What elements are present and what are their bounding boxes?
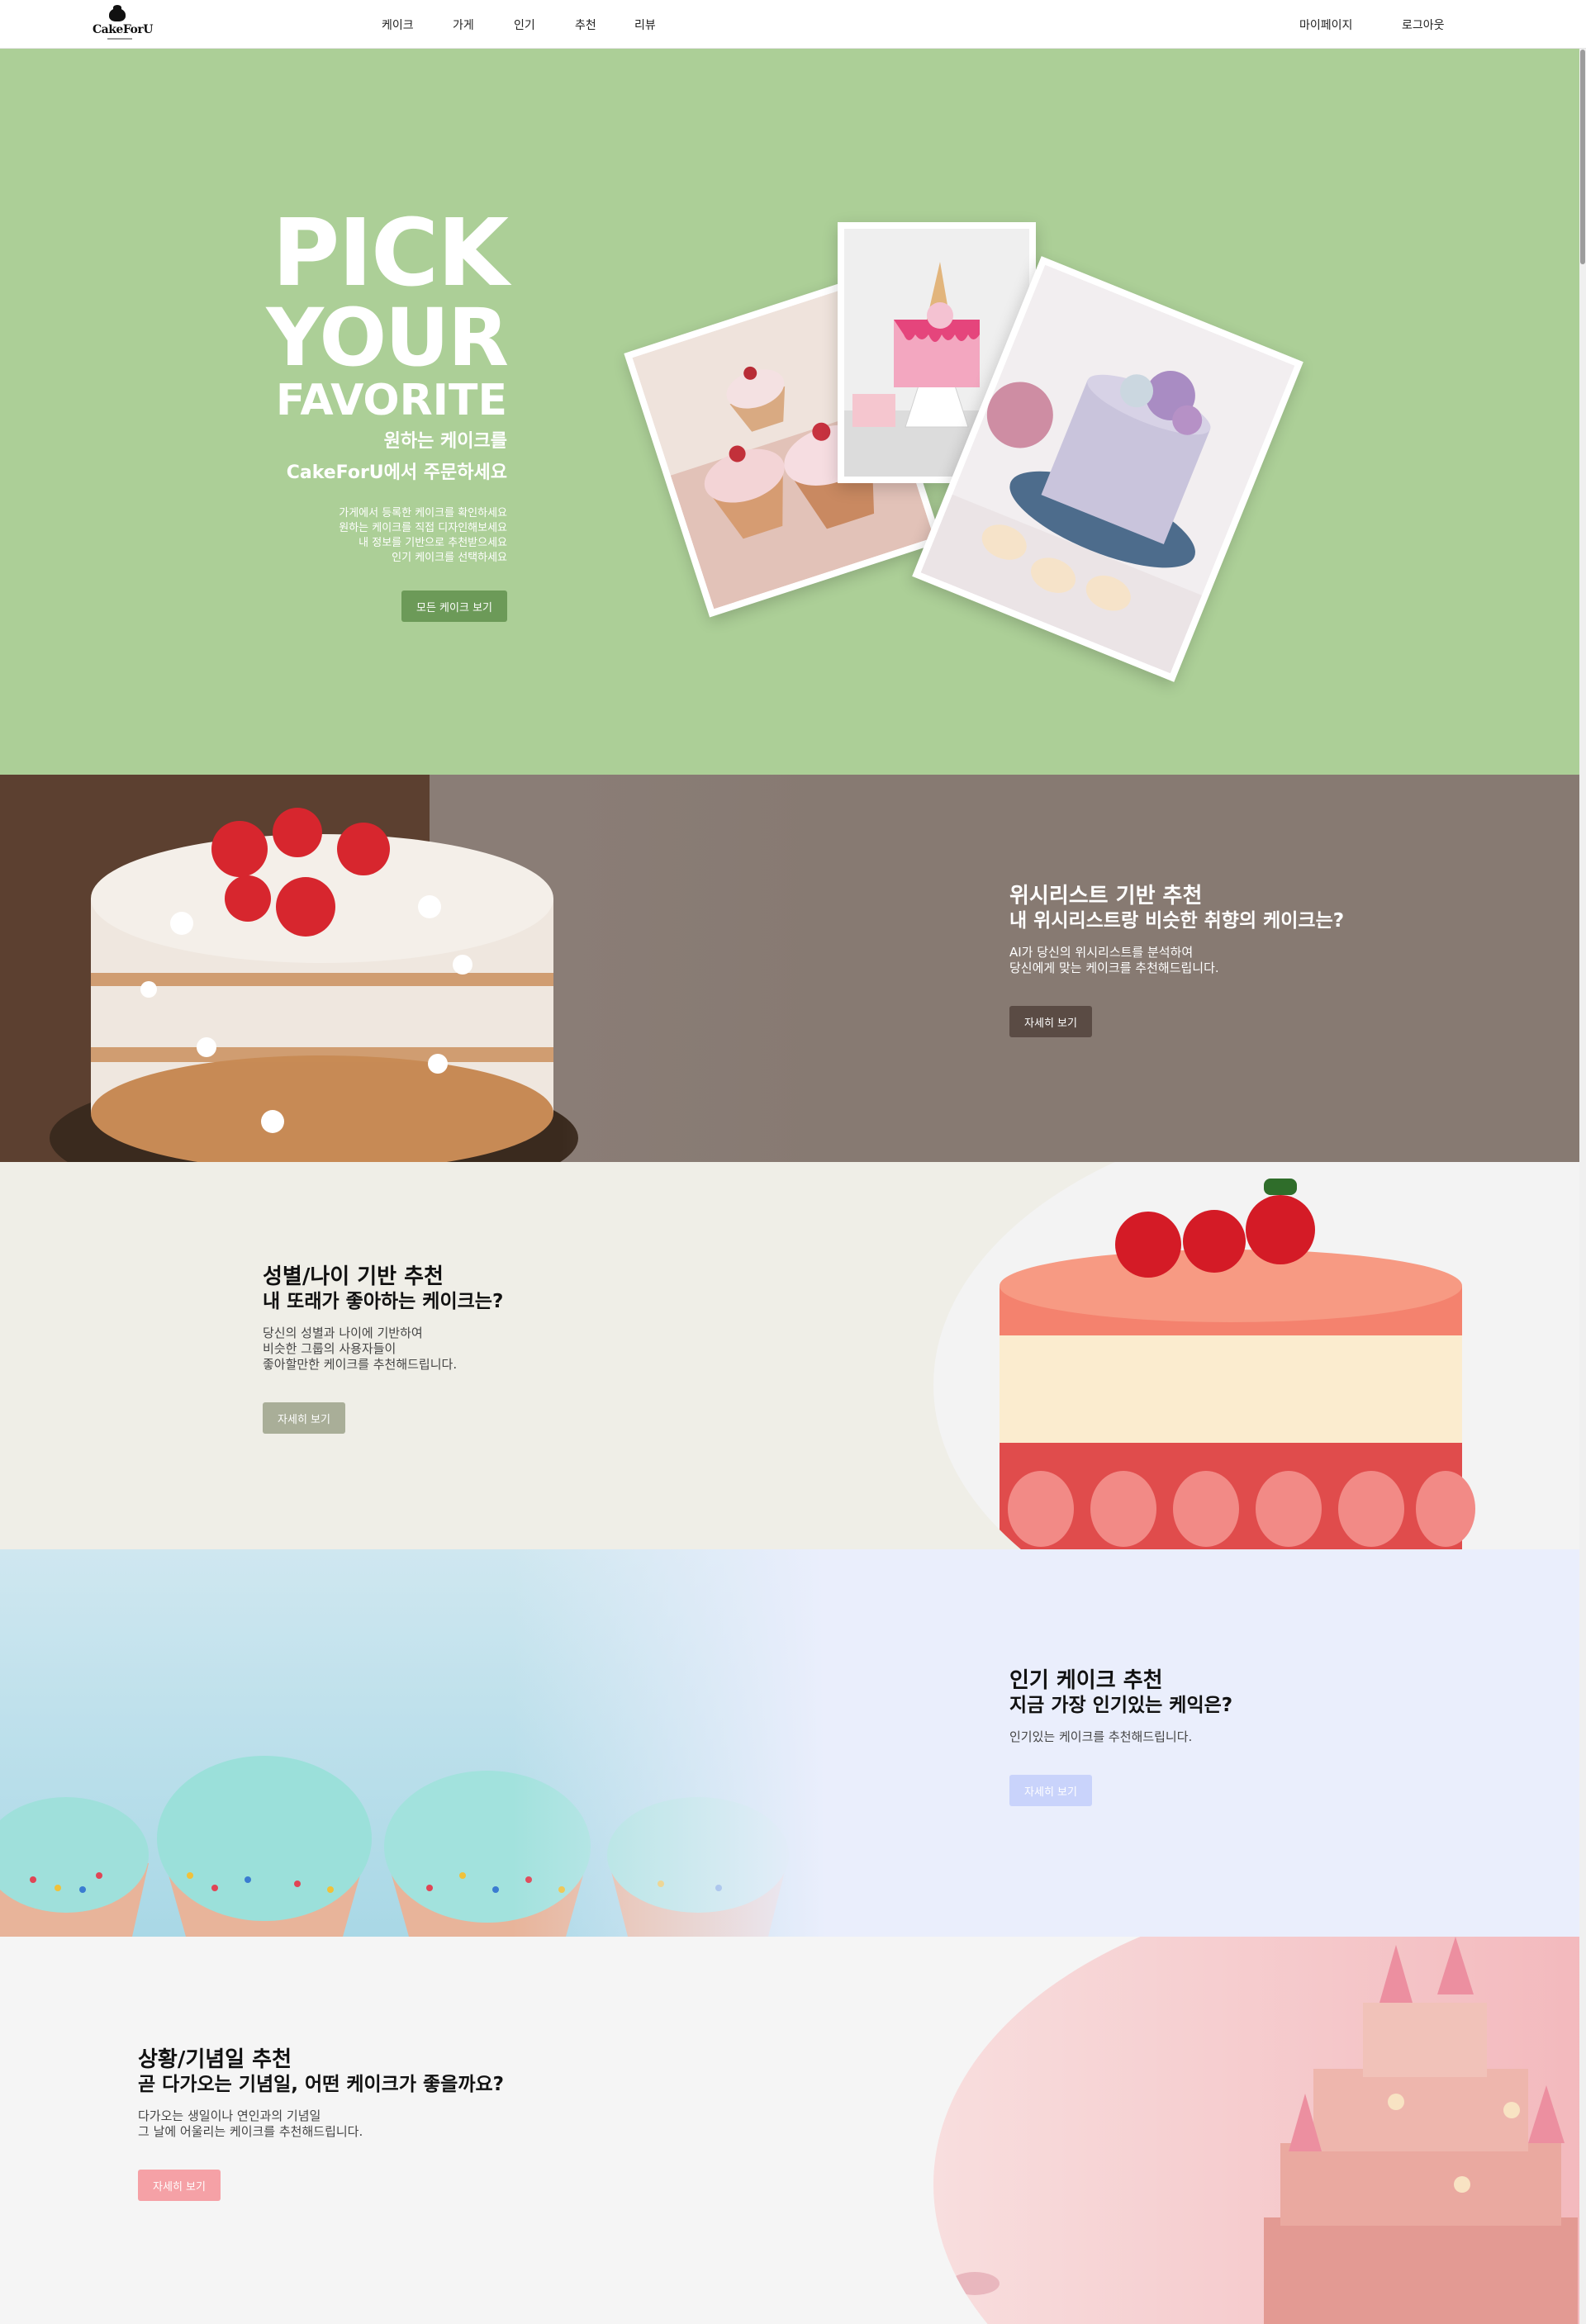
page-scrollbar-track[interactable] — [1579, 49, 1586, 2324]
section-title: 성별/나이 기반 추천 — [263, 1264, 444, 1289]
section-subtitle: 곧 다가오는 기념일, 어떤 케이크가 좋을까요? — [138, 2074, 504, 2095]
popular-recommend-section: 인기 케이크 추천 지금 가장 인기있는 케익은? 인기있는 케이크를 추천해드… — [0, 1549, 1586, 1937]
page-scrollbar-thumb[interactable] — [1580, 50, 1585, 264]
section-desc-line: AI가 당신의 위시리스트를 분석하여 — [1009, 945, 1194, 960]
nav-store[interactable]: 가게 — [453, 17, 474, 33]
popular-details-button[interactable]: 자세히 보기 — [1009, 1775, 1092, 1806]
castle-cake-image — [933, 1937, 1586, 2324]
section-description: 인기있는 케이크를 추천해드립니다. — [1009, 1729, 1232, 1745]
nav-recommend[interactable]: 추천 — [575, 17, 596, 33]
hero-desc-line: 내 정보를 기반으로 추천받으세요 — [359, 537, 507, 549]
section-description: AI가 당신의 위시리스트를 분석하여 당신에게 맞는 케이크를 추천해드립니다… — [1009, 945, 1344, 976]
hero-desc-line: 원하는 케이크를 직접 디자인해보세요 — [339, 522, 507, 534]
hero-subtitle-line2: CakeForU에서 주문하세요 — [286, 462, 507, 483]
section-desc-line: 인기있는 케이크를 추천해드립니다. — [1009, 1729, 1193, 1744]
hero-title: PICK YOUR FAVORITE — [266, 200, 509, 425]
hero-title-your: YOUR — [266, 292, 509, 384]
section-desc-line: 좋아할만한 케이크를 추천해드립니다. — [263, 1357, 458, 1372]
nav-logout[interactable]: 로그아웃 — [1402, 17, 1445, 33]
nav-review[interactable]: 리뷰 — [634, 17, 656, 33]
occasion-details-button[interactable]: 자세히 보기 — [138, 2170, 221, 2201]
view-all-cakes-button[interactable]: 모든 케이크 보기 — [401, 590, 507, 622]
section-description: 다가오는 생일이나 연인과의 기념일 그 날에 어울리는 케이크를 추천해드립니… — [138, 2108, 504, 2140]
section-description: 당신의 성별과 나이에 기반하여 비슷한 그룹의 사용자들이 좋아할만한 케이크… — [263, 1326, 503, 1373]
logo-text: CakeForU — [93, 23, 153, 36]
hero-description: 가게에서 등록한 케이크를 확인하세요 원하는 케이크를 직접 디자인해보세요 … — [339, 506, 507, 566]
section-desc-line: 당신의 성별과 나이에 기반하여 — [263, 1326, 423, 1340]
hero-subtitle-line1: 원하는 케이크를 — [383, 431, 507, 452]
section-desc-line: 비슷한 그룹의 사용자들이 — [263, 1341, 396, 1356]
strawberry-cake-image — [0, 775, 826, 1162]
occasion-recommend-section: 상황/기념일 추천 곧 다가오는 기념일, 어떤 케이크가 좋을까요? 다가오는… — [0, 1937, 1586, 2324]
sprinkle-cupcakes-image — [0, 1549, 826, 1937]
cakeforu-logo[interactable]: CakeForU — [89, 5, 153, 43]
section-title: 인기 케이크 추천 — [1009, 1668, 1163, 1693]
wishlist-details-button[interactable]: 자세히 보기 — [1009, 1006, 1092, 1037]
section-title: 상황/기념일 추천 — [138, 2047, 292, 2072]
nav-popular[interactable]: 인기 — [514, 17, 535, 33]
hero-title-favorite: FAVORITE — [275, 376, 507, 425]
section-subtitle: 내 또래가 좋아하는 케이크는? — [263, 1291, 504, 1312]
section-title: 위시리스트 기반 추천 — [1009, 884, 1203, 908]
gender-age-recommend-section: 성별/나이 기반 추천 내 또래가 좋아하는 케이크는? 당신의 성별과 나이에… — [0, 1162, 1586, 1549]
logo-underline — [107, 38, 132, 40]
section-desc-line: 그 날에 어울리는 케이크를 추천해드립니다. — [138, 2124, 363, 2139]
hero-section: PICK YOUR FAVORITE 원하는 케이크를 CakeForU에서 주… — [0, 49, 1586, 775]
top-navigation: CakeForU 케이크 가게 인기 추천 리뷰 마이페이지 로그아웃 — [0, 0, 1586, 49]
hero-desc-line: 가게에서 등록한 케이크를 확인하세요 — [339, 507, 507, 519]
section-subtitle: 지금 가장 인기있는 케익은? — [1009, 1695, 1233, 1716]
nav-mypage[interactable]: 마이페이지 — [1299, 17, 1352, 33]
nav-cake[interactable]: 케이크 — [382, 17, 414, 33]
section-subtitle: 내 위시리스트랑 비슷한 취향의 케이크는? — [1009, 910, 1345, 932]
hero-subtitle: 원하는 케이크를 CakeForU에서 주문하세요 — [287, 426, 507, 489]
section-desc-line: 당신에게 맞는 케이크를 추천해드립니다. — [1009, 960, 1219, 975]
section-desc-line: 다가오는 생일이나 연인과의 기념일 — [138, 2108, 321, 2123]
strawberry-mousse-cake-image — [933, 1162, 1586, 1549]
hero-desc-line: 인기 케이크를 선택하세요 — [392, 552, 507, 564]
hero-title-pick: PICK — [272, 200, 509, 307]
cake-logo-icon — [109, 5, 126, 21]
gender-age-details-button[interactable]: 자세히 보기 — [263, 1402, 345, 1434]
wishlist-recommend-section: 위시리스트 기반 추천 내 위시리스트랑 비슷한 취향의 케이크는? AI가 당… — [0, 775, 1586, 1162]
